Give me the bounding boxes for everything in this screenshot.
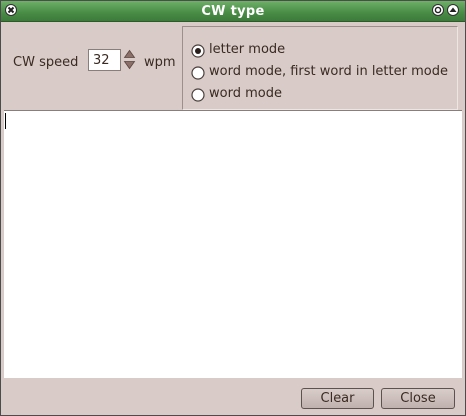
title-bar[interactable]: CW type bbox=[1, 1, 465, 22]
cw-text-area[interactable] bbox=[4, 110, 462, 378]
window-title: CW type bbox=[201, 4, 265, 19]
text-caret bbox=[5, 113, 6, 129]
cw-type-window: CW type CW speed wpm letter mode bbox=[0, 0, 466, 416]
cw-speed-input[interactable] bbox=[88, 49, 121, 71]
maximize-icon[interactable] bbox=[447, 4, 459, 16]
sticky-icon[interactable] bbox=[432, 4, 444, 16]
radio-unselected-icon[interactable] bbox=[191, 66, 205, 80]
close-button[interactable]: Close bbox=[381, 388, 455, 409]
radio-label: word mode, first word in letter mode bbox=[209, 64, 448, 79]
controls-panel: CW speed wpm letter mode word mode, firs… bbox=[4, 25, 462, 110]
radio-unselected-icon[interactable] bbox=[191, 88, 205, 102]
radio-selected-icon[interactable] bbox=[191, 44, 205, 58]
cw-speed-label: CW speed bbox=[13, 55, 79, 70]
speed-decrement-icon[interactable] bbox=[123, 60, 136, 70]
mode-radio-group: letter mode word mode, first word in let… bbox=[182, 26, 458, 110]
wpm-label: wpm bbox=[144, 55, 176, 70]
radio-label: word mode bbox=[209, 86, 282, 101]
speed-increment-icon[interactable] bbox=[123, 49, 136, 59]
clear-button[interactable]: Clear bbox=[301, 388, 374, 409]
radio-label: letter mode bbox=[209, 42, 286, 57]
